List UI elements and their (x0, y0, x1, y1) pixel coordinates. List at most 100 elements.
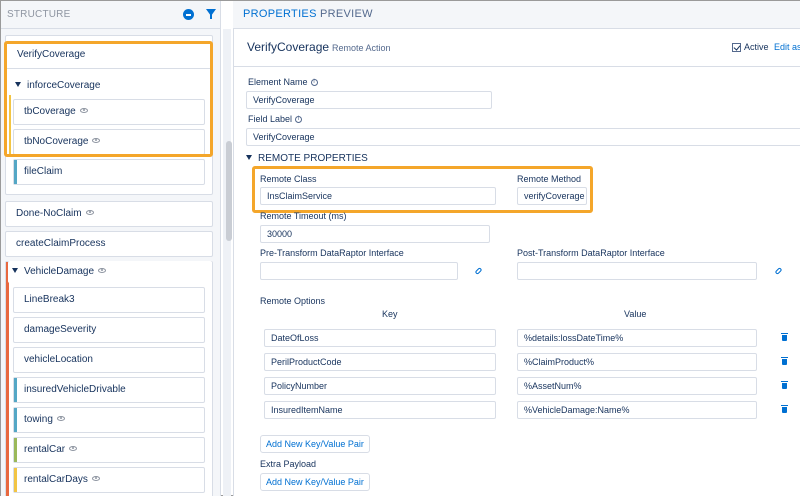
step-label: VerifyCoverage (17, 49, 86, 60)
tab-preview[interactable]: PREVIEW (320, 8, 373, 20)
option-key-field[interactable]: DateOfLoss (264, 329, 496, 347)
option-key-field[interactable]: InsuredItemName (264, 401, 496, 419)
link-icon[interactable] (774, 267, 783, 275)
remote-properties-title: REMOTE PROPERTIES (258, 153, 368, 164)
remote-class-label: Remote Class (260, 174, 317, 184)
list-item-towing[interactable]: towing (13, 407, 205, 433)
structure-header: STRUCTURE (1, 1, 220, 29)
trash-icon[interactable] (781, 405, 788, 413)
field-label-field[interactable]: VerifyCoverage (246, 128, 800, 146)
eye-icon[interactable] (98, 267, 107, 273)
eye-icon[interactable] (91, 475, 100, 481)
pre-transform-label: Pre-Transform DataRaptor Interface (260, 248, 404, 258)
edit-as-link[interactable]: Edit as (774, 42, 800, 52)
active-checkbox[interactable] (732, 43, 741, 52)
structure-scrollbar-thumb[interactable] (226, 141, 232, 241)
item-label: tbCoverage (24, 106, 76, 117)
element-title-bar: VerifyCoverage Remote Action Active Edit… (234, 29, 800, 67)
item-bar (14, 438, 17, 462)
eye-icon[interactable] (79, 107, 88, 113)
group-label: inforceCoverage (27, 80, 101, 91)
list-item-rental-car[interactable]: rentalCar (13, 437, 205, 463)
item-bar (14, 378, 17, 402)
add-payload-pair-button[interactable]: Add New Key/Value Pair (260, 473, 370, 491)
item-bar (14, 468, 17, 492)
option-key-field[interactable]: PolicyNumber (264, 377, 496, 395)
field-label-label-text: Field Label (248, 114, 293, 124)
item-label: LineBreak3 (24, 294, 75, 305)
remote-timeout-label: Remote Timeout (ms) (260, 211, 347, 221)
add-key-value-pair-button[interactable]: Add New Key/Value Pair (260, 435, 370, 453)
post-transform-field[interactable] (517, 262, 757, 280)
list-item-insured-vehicle-drivable[interactable]: insuredVehicleDrivable (13, 377, 205, 403)
list-item-tb-no-coverage[interactable]: tbNoCoverage (13, 129, 205, 155)
eye-icon[interactable] (92, 137, 101, 143)
remote-method-field[interactable]: verifyCoverage (517, 187, 587, 205)
list-item-done-no-claim[interactable]: Done-NoClaim (5, 201, 213, 227)
filter-icon[interactable] (206, 9, 216, 19)
step-vehicle-damage[interactable]: VehicleDamage (8, 261, 212, 283)
properties-card: VerifyCoverage Remote Action Active Edit… (233, 29, 800, 496)
item-bar (14, 160, 17, 184)
list-item-create-claim-process[interactable]: createClaimProcess (5, 231, 213, 257)
option-value-field[interactable]: %ClaimProduct% (517, 353, 757, 371)
key-column-header: Key (382, 309, 398, 319)
trash-icon[interactable] (781, 357, 788, 365)
minus-circle-icon[interactable] (183, 9, 194, 20)
element-name-label-text: Element Name (248, 77, 308, 87)
post-transform-label: Post-Transform DataRaptor Interface (517, 248, 665, 258)
structure-title: STRUCTURE (7, 9, 71, 20)
remote-properties-header[interactable]: REMOTE PROPERTIES (246, 153, 368, 164)
option-key-field[interactable]: PerilProductCode (264, 353, 496, 371)
item-label: createClaimProcess (16, 238, 106, 249)
caret-down-icon[interactable] (15, 81, 21, 87)
properties-panel: PROPERTIES PREVIEW VerifyCoverage Remote… (233, 1, 800, 496)
info-icon: i (310, 79, 318, 87)
eye-icon[interactable] (56, 415, 65, 421)
item-label: rentalCarDays (24, 474, 88, 485)
pre-transform-field[interactable] (260, 262, 458, 280)
caret-down-icon[interactable] (246, 154, 252, 160)
option-value-field[interactable]: %details:lossDateTime% (517, 329, 757, 347)
item-label: fileClaim (24, 166, 63, 177)
list-item-damage-severity[interactable]: damageSeverity (13, 317, 205, 343)
trash-icon[interactable] (781, 333, 788, 341)
link-icon[interactable] (474, 267, 483, 275)
step-label: VehicleDamage (24, 266, 95, 277)
remote-class-field[interactable]: InsClaimService (260, 187, 496, 205)
trash-icon[interactable] (781, 381, 788, 389)
step-bar (6, 262, 9, 496)
eye-icon[interactable] (69, 445, 78, 451)
list-item-rental-car-days[interactable]: rentalCarDays (13, 467, 205, 493)
caret-down-icon[interactable] (12, 267, 18, 273)
remote-options-label: Remote Options (260, 296, 326, 306)
item-label: vehicleLocation (24, 354, 93, 365)
element-type: Remote Action (332, 43, 391, 53)
eye-icon[interactable] (85, 209, 94, 215)
field-label-label: Field Label i (248, 114, 303, 124)
group-bar (9, 95, 11, 157)
remote-timeout-field[interactable]: 30000 (260, 225, 490, 243)
element-name-field[interactable]: VerifyCoverage (246, 91, 492, 109)
item-label: towing (24, 414, 53, 425)
item-bar (14, 408, 17, 432)
active-label: Active (744, 42, 769, 52)
element-title: VerifyCoverage (247, 40, 330, 54)
list-item-tb-coverage[interactable]: tbCoverage (13, 99, 205, 125)
tab-bar: PROPERTIES PREVIEW (233, 1, 800, 29)
info-icon: i (295, 116, 303, 124)
tab-properties[interactable]: PROPERTIES (243, 8, 317, 20)
item-label: rentalCar (24, 444, 66, 455)
option-value-field[interactable]: %AssetNum% (517, 377, 757, 395)
structure-scrollbar-track[interactable] (223, 29, 231, 496)
item-label: tbNoCoverage (24, 136, 89, 147)
structure-panel: STRUCTURE VerifyCoverage inforceCoverage… (1, 1, 221, 496)
list-item-line-break[interactable]: LineBreak3 (13, 287, 205, 313)
step-verify-coverage[interactable]: VerifyCoverage (7, 43, 211, 69)
item-label: damageSeverity (24, 324, 97, 335)
option-value-field[interactable]: %VehicleDamage:Name% (517, 401, 757, 419)
list-item-vehicle-location[interactable]: vehicleLocation (13, 347, 205, 373)
value-column-header: Value (624, 309, 647, 319)
list-item-file-claim[interactable]: fileClaim (13, 159, 205, 185)
group-inforce-coverage[interactable]: inforceCoverage (7, 75, 211, 97)
